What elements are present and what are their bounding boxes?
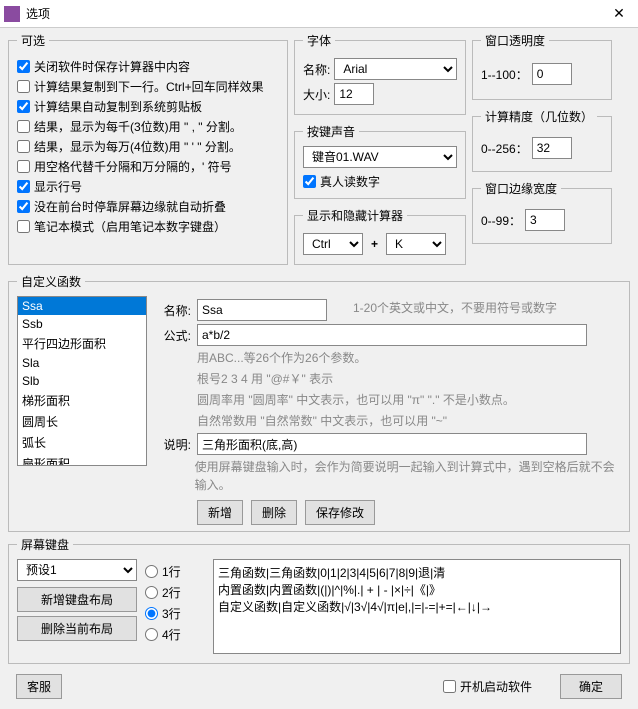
fn-desc-label: 说明: — [155, 433, 191, 453]
opt-checkbox-3[interactable] — [17, 120, 30, 133]
kb-add-layout-button[interactable]: 新增键盘布局 — [17, 587, 137, 612]
opt-checkbox-7[interactable] — [17, 200, 30, 213]
app-icon — [4, 6, 20, 22]
fn-hint2: 根号2 3 4 用 "@#￥" 表示 — [197, 370, 333, 388]
optional-group: 可选 关闭软件时保存计算器中内容计算结果复制到下一行。Ctrl+回车同样效果计算… — [8, 32, 288, 265]
fn-hint3: 圆周率用 "圆周率" 中文表示，也可以用 "π" "." 不是小数点。 — [197, 391, 515, 409]
list-item[interactable]: Sla — [18, 354, 146, 372]
plus-icon: + — [367, 237, 382, 251]
kb-row-label-2[interactable]: 3行 — [162, 605, 181, 622]
opt-label-6[interactable]: 显示行号 — [34, 178, 82, 195]
font-size-input[interactable] — [334, 83, 374, 105]
list-item[interactable]: Ssb — [18, 315, 146, 333]
function-listbox[interactable]: SsaSsb平行四边形面积SlaSlb梯形面积圆周长弧长扇形面积圆形面积 — [17, 296, 147, 466]
fn-formula-input[interactable] — [197, 324, 587, 346]
list-item[interactable]: 扇形面积 — [18, 453, 146, 466]
list-item[interactable]: 圆周长 — [18, 411, 146, 432]
kb-row-label-0[interactable]: 1行 — [162, 563, 181, 580]
keysound-legend: 按键声音 — [303, 123, 359, 140]
support-button[interactable]: 客服 — [16, 674, 62, 699]
opt-label-3[interactable]: 结果，显示为每千(3位数)用 " , " 分割。 — [34, 118, 242, 135]
font-legend: 字体 — [303, 32, 335, 49]
screenkb-group: 屏幕键盘 预设1 新增键盘布局 删除当前布局 1行 2行 3行 4行 — [8, 536, 630, 664]
edge-legend: 窗口边缘宽度 — [481, 180, 561, 197]
list-item[interactable]: 梯形面积 — [18, 390, 146, 411]
kb-row-radio-3[interactable] — [145, 628, 158, 641]
fn-name-input[interactable] — [197, 299, 327, 321]
kb-row-radio-1[interactable] — [145, 586, 158, 599]
fn-add-button[interactable]: 新增 — [197, 500, 243, 525]
opacity-input[interactable] — [532, 63, 572, 85]
customfn-legend: 自定义函数 — [17, 273, 85, 290]
opt-checkbox-2[interactable] — [17, 100, 30, 113]
hotkey-mod-select[interactable]: Ctrl — [303, 233, 363, 255]
fn-formula-label: 公式: — [155, 324, 191, 344]
titlebar: 选项 ✕ — [0, 0, 638, 28]
fn-save-button[interactable]: 保存修改 — [305, 500, 375, 525]
fn-hint4: 自然常数用 "自然常数" 中文表示，也可以用 "~" — [197, 412, 447, 430]
kb-del-layout-button[interactable]: 删除当前布局 — [17, 616, 137, 641]
fn-del-button[interactable]: 删除 — [251, 500, 297, 525]
precision-range-label: 0--256： — [481, 140, 528, 157]
list-item[interactable]: 弧长 — [18, 432, 146, 453]
human-read-checkbox[interactable] — [303, 175, 316, 188]
opacity-group: 窗口透明度 1--100： — [472, 32, 612, 100]
keysound-select[interactable]: 键音01.WAV — [303, 146, 457, 168]
font-size-label: 大小: — [303, 86, 330, 103]
kb-row-label-1[interactable]: 2行 — [162, 584, 181, 601]
keysound-group: 按键声音 键音01.WAV 真人读数字 — [294, 123, 466, 199]
opacity-legend: 窗口透明度 — [481, 32, 549, 49]
showhide-legend: 显示和隐藏计算器 — [303, 207, 407, 224]
opt-label-5[interactable]: 用空格代替千分隔和万分隔的，' 符号 — [34, 158, 232, 175]
hotkey-key-select[interactable]: K — [386, 233, 446, 255]
font-group: 字体 名称: Arial 大小: — [294, 32, 466, 115]
font-name-select[interactable]: Arial — [334, 58, 457, 80]
list-item[interactable]: Slb — [18, 372, 146, 390]
precision-group: 计算精度（几位数） 0--256： — [472, 108, 612, 172]
showhide-group: 显示和隐藏计算器 Ctrl + K — [294, 207, 466, 265]
opt-checkbox-1[interactable] — [17, 80, 30, 93]
fn-desc-input[interactable] — [197, 433, 587, 455]
fn-hint1: 用ABC...等26个作为26个参数。 — [197, 349, 366, 367]
kb-layout-textarea[interactable] — [213, 559, 621, 654]
opacity-range-label: 1--100： — [481, 66, 528, 83]
fn-name-label: 名称: — [155, 299, 191, 319]
opt-checkbox-4[interactable] — [17, 140, 30, 153]
edge-group: 窗口边缘宽度 0--99： — [472, 180, 612, 244]
kb-row-radio-0[interactable] — [145, 565, 158, 578]
fn-name-hint: 1-20个英文或中文，不要用符号或数字 — [353, 299, 557, 317]
window-title: 选项 — [26, 5, 604, 22]
font-name-label: 名称: — [303, 61, 330, 78]
list-item[interactable]: 平行四边形面积 — [18, 333, 146, 354]
optional-legend: 可选 — [17, 32, 49, 49]
precision-legend: 计算精度（几位数） — [481, 108, 597, 125]
opt-label-4[interactable]: 结果，显示为每万(4位数)用 " ' " 分割。 — [34, 138, 241, 155]
human-read-label[interactable]: 真人读数字 — [320, 173, 380, 190]
close-icon[interactable]: ✕ — [604, 5, 634, 22]
opt-checkbox-0[interactable] — [17, 60, 30, 73]
edge-input[interactable] — [525, 209, 565, 231]
edge-range-label: 0--99： — [481, 212, 521, 229]
kb-row-label-3[interactable]: 4行 — [162, 626, 181, 643]
ok-button[interactable]: 确定 — [560, 674, 622, 699]
opt-label-0[interactable]: 关闭软件时保存计算器中内容 — [34, 58, 190, 75]
fn-desc-hint: 使用屏幕键盘输入时，会作为简要说明一起输入到计算式中，遇到空格后就不会输入。 — [195, 458, 621, 494]
autostart-label[interactable]: 开机启动软件 — [460, 678, 532, 695]
precision-input[interactable] — [532, 137, 572, 159]
opt-checkbox-8[interactable] — [17, 220, 30, 233]
opt-label-7[interactable]: 没在前台时停靠屏幕边缘就自动折叠 — [34, 198, 226, 215]
screenkb-legend: 屏幕键盘 — [17, 536, 73, 553]
opt-label-1[interactable]: 计算结果复制到下一行。Ctrl+回车同样效果 — [34, 78, 264, 95]
autostart-checkbox[interactable] — [443, 680, 456, 693]
customfn-group: 自定义函数 SsaSsb平行四边形面积SlaSlb梯形面积圆周长弧长扇形面积圆形… — [8, 273, 630, 532]
kb-preset-select[interactable]: 预设1 — [17, 559, 137, 581]
list-item[interactable]: Ssa — [18, 297, 146, 315]
opt-label-2[interactable]: 计算结果自动复制到系统剪贴板 — [34, 98, 202, 115]
kb-row-radio-2[interactable] — [145, 607, 158, 620]
opt-label-8[interactable]: 笔记本模式（启用笔记本数字键盘） — [34, 218, 226, 235]
opt-checkbox-6[interactable] — [17, 180, 30, 193]
opt-checkbox-5[interactable] — [17, 160, 30, 173]
